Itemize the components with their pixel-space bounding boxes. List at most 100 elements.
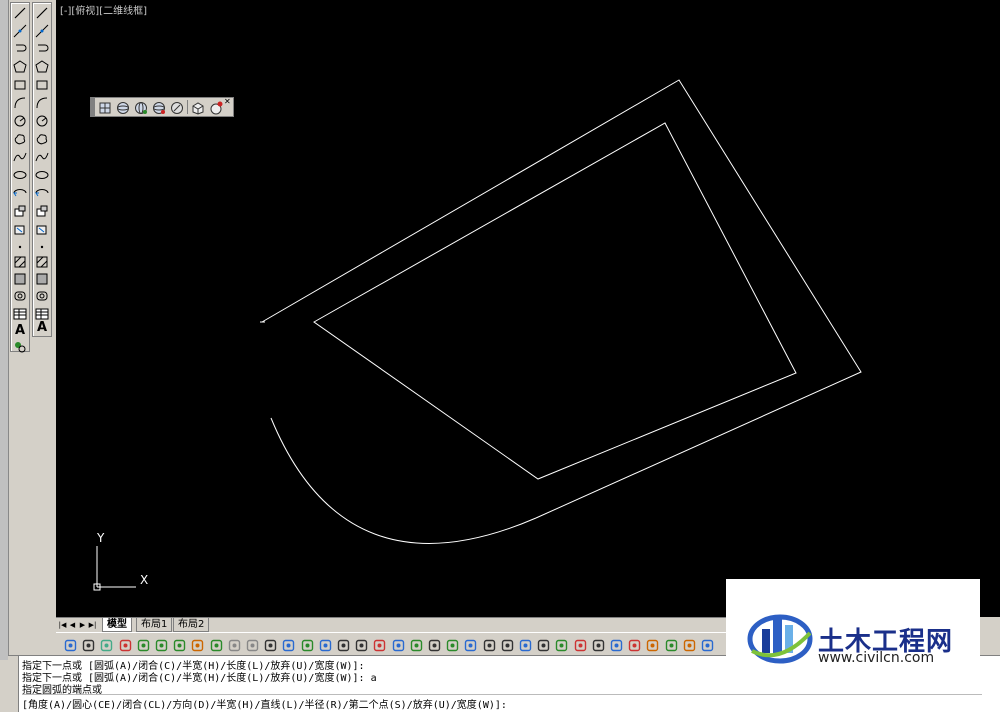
bottom-toolbar-button[interactable] (119, 637, 132, 652)
bottom-toolbar-button[interactable] (64, 637, 77, 652)
bottom-toolbar-button[interactable] (137, 637, 150, 652)
walk-icon[interactable] (191, 100, 205, 115)
bottom-toolbar-button[interactable] (264, 637, 277, 652)
bottom-toolbar-button[interactable] (100, 637, 113, 652)
bottom-toolbar-button[interactable] (337, 637, 350, 652)
polyline-icon[interactable] (35, 42, 49, 56)
construction-line-icon[interactable] (13, 24, 27, 38)
bottom-toolbar-button[interactable] (646, 637, 659, 652)
arc-icon[interactable] (13, 96, 27, 110)
hatch-icon[interactable] (13, 255, 27, 269)
bottom-toolbar-button[interactable] (191, 637, 204, 652)
bottom-toolbar (56, 632, 726, 656)
point-icon[interactable] (35, 240, 49, 254)
table-icon[interactable] (13, 307, 27, 321)
make-block-icon[interactable] (35, 222, 49, 236)
line-icon[interactable] (35, 6, 49, 20)
bottom-toolbar-button[interactable] (665, 637, 678, 652)
command-prompt-line[interactable]: [角度(A)/圆心(CE)/闭合(CL)/方向(D)/半宽(H)/直线(L)/半… (22, 694, 982, 711)
bottom-toolbar-button[interactable] (210, 637, 223, 652)
bottom-toolbar-button[interactable] (683, 637, 696, 652)
bottom-toolbar-button[interactable] (501, 637, 514, 652)
bottom-toolbar-button[interactable] (428, 637, 441, 652)
fly-icon[interactable] (209, 100, 223, 115)
bottom-toolbar-button[interactable] (173, 637, 186, 652)
prev-tab-icon[interactable]: ◀ (68, 620, 77, 630)
polyline-icon[interactable] (13, 42, 27, 56)
close-icon[interactable]: ✕ (224, 98, 232, 106)
region-icon[interactable] (35, 289, 49, 303)
bottom-toolbar-button[interactable] (464, 637, 477, 652)
spline-icon[interactable] (13, 150, 27, 164)
first-tab-icon[interactable]: |◀ (58, 620, 67, 630)
bottom-toolbar-button[interactable] (355, 637, 368, 652)
point-icon[interactable] (13, 240, 27, 254)
multiline-text-icon[interactable]: A (35, 321, 49, 335)
continuous-orbit-icon[interactable] (134, 100, 148, 114)
multiline-text-icon[interactable]: A (13, 324, 27, 338)
circle-icon[interactable] (35, 114, 49, 128)
tab-model[interactable]: 模型 (102, 618, 132, 632)
arc-icon[interactable] (35, 96, 49, 110)
inner-polygon (313, 122, 797, 480)
ellipse-icon[interactable] (35, 168, 49, 182)
spline-icon[interactable] (35, 150, 49, 164)
revision-cloud-icon[interactable] (13, 132, 27, 146)
bottom-toolbar-button[interactable] (319, 637, 332, 652)
gradient-icon[interactable] (35, 272, 49, 286)
bottom-toolbar-button[interactable] (392, 637, 405, 652)
next-tab-icon[interactable]: ▶ (78, 620, 87, 630)
revision-cloud-icon[interactable] (35, 132, 49, 146)
bottom-toolbar-button[interactable] (537, 637, 550, 652)
command-window-grip[interactable] (8, 656, 19, 712)
make-block-icon[interactable] (13, 222, 27, 236)
bottom-toolbar-button[interactable] (555, 637, 568, 652)
region-icon[interactable] (13, 289, 27, 303)
gradient-icon[interactable] (13, 272, 27, 286)
bottom-toolbar-button[interactable] (574, 637, 587, 652)
draw-toolbar-1: A (10, 2, 30, 354)
bottom-toolbar-button[interactable] (373, 637, 386, 652)
tab-layout1[interactable]: 布局1 (136, 618, 173, 632)
drawing-canvas[interactable]: [-][俯视][二维线框] Y X ✕ (56, 0, 1000, 617)
bottom-toolbar-button[interactable] (610, 637, 623, 652)
ellipse-icon[interactable] (13, 168, 27, 182)
polygon-icon[interactable] (35, 60, 49, 74)
draw-toolbar-2: A (32, 2, 52, 337)
last-tab-icon[interactable]: ▶| (88, 620, 97, 630)
line-icon[interactable] (13, 6, 27, 20)
free-orbit-icon[interactable] (116, 100, 130, 114)
bottom-toolbar-button[interactable] (301, 637, 314, 652)
circle-icon[interactable] (13, 114, 27, 128)
adjust-distance-icon[interactable] (152, 100, 166, 114)
bottom-toolbar-button[interactable] (628, 637, 641, 652)
toolbar-grip[interactable] (91, 98, 95, 116)
bottom-toolbar-button[interactable] (155, 637, 168, 652)
rectangle-icon[interactable] (13, 78, 27, 92)
insert-block-icon[interactable] (13, 204, 27, 218)
insert-block-icon[interactable] (35, 204, 49, 218)
bottom-toolbar-button[interactable] (282, 637, 295, 652)
ellipse-arc-icon[interactable] (13, 186, 27, 200)
bottom-toolbar-button[interactable] (410, 637, 423, 652)
rectangle-icon[interactable] (35, 78, 49, 92)
3d-orbit-icon[interactable] (98, 100, 112, 114)
bottom-toolbar-button[interactable] (701, 637, 714, 652)
bottom-toolbar-button[interactable] (592, 637, 605, 652)
ellipse-arc-icon[interactable] (35, 186, 49, 200)
bottom-toolbar-button[interactable] (246, 637, 259, 652)
left-dock-edge (0, 0, 9, 660)
bottom-toolbar-button[interactable] (228, 637, 241, 652)
bottom-toolbar-button[interactable] (519, 637, 532, 652)
table-icon[interactable] (35, 307, 49, 321)
tab-layout2[interactable]: 布局2 (173, 618, 210, 632)
add-selected-icon[interactable] (13, 340, 27, 354)
bottom-toolbar-button[interactable] (82, 637, 95, 652)
hatch-icon[interactable] (35, 255, 49, 269)
construction-line-icon[interactable] (35, 24, 49, 38)
bottom-toolbar-button[interactable] (483, 637, 496, 652)
watermark-url: www.civilcn.com (818, 650, 935, 666)
polygon-icon[interactable] (13, 60, 27, 74)
bottom-toolbar-button[interactable] (446, 637, 459, 652)
swivel-icon[interactable] (170, 100, 184, 114)
